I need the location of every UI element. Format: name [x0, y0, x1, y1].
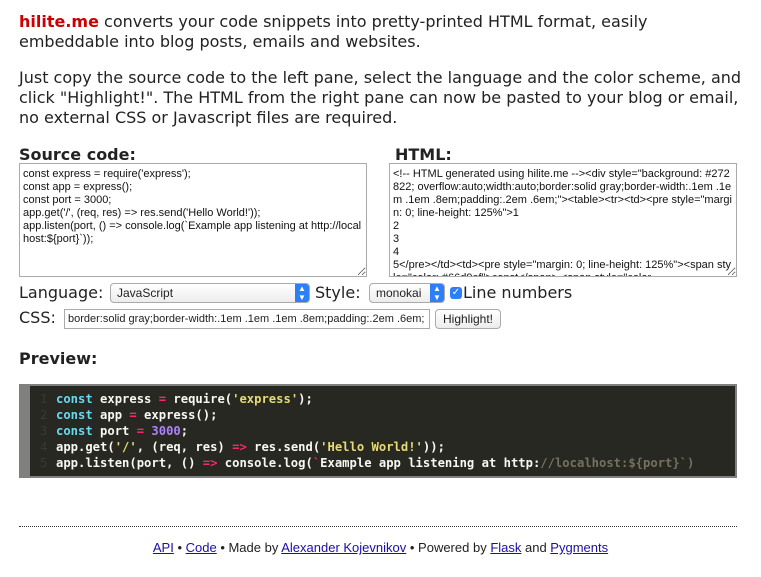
- line-number: 1: [40, 392, 48, 406]
- source-code-label: Source code:: [19, 145, 136, 164]
- code-line: 5 app.listen(port, () => console.log(`Exa…: [30, 455, 735, 471]
- api-link[interactable]: API: [153, 540, 174, 555]
- style-select-value: monokai: [376, 286, 422, 300]
- code-line: 4 app.get('/', (req, res) => res.send('He…: [30, 439, 735, 455]
- css-label: CSS:: [19, 308, 56, 327]
- line-numbers-label[interactable]: Line numbers: [463, 283, 572, 303]
- highlight-button[interactable]: Highlight!: [435, 309, 501, 329]
- line-numbers-checkbox[interactable]: ✓: [450, 287, 462, 299]
- pygments-link[interactable]: Pygments: [550, 540, 608, 555]
- code-line: 1 const express = require('express');: [30, 391, 735, 407]
- chevron-updown-icon: ▲ ▼: [430, 284, 444, 302]
- intro-paragraph: hilite.me converts your code snippets in…: [19, 12, 739, 52]
- line-number: 2: [40, 408, 48, 422]
- language-label: Language:: [19, 283, 104, 302]
- source-code-textarea[interactable]: const express = require('express'); cons…: [19, 163, 367, 277]
- footer-made-by: • Made by: [216, 540, 282, 555]
- line-number: 5: [40, 456, 48, 470]
- language-select[interactable]: JavaScript ▲ ▼: [110, 283, 310, 303]
- preview-code-block: 1 const express = require('express'); 2 co…: [19, 384, 737, 478]
- footer-powered-by: • Powered by: [406, 540, 491, 555]
- footer: API • Code • Made by Alexander Kojevniko…: [0, 540, 761, 556]
- preview-label: Preview:: [19, 349, 98, 368]
- flask-link[interactable]: Flask: [490, 540, 521, 555]
- html-output-textarea[interactable]: <!-- HTML generated using hilite.me --><…: [389, 163, 737, 277]
- code-line: 2 const app = express();: [30, 407, 735, 423]
- line-number: 4: [40, 440, 48, 454]
- style-select[interactable]: monokai ▲ ▼: [369, 283, 445, 303]
- language-select-value: JavaScript: [117, 286, 174, 300]
- line-number: 3: [40, 424, 48, 438]
- author-link[interactable]: Alexander Kojevnikov: [281, 540, 406, 555]
- html-output-label: HTML:: [395, 145, 452, 164]
- chevron-updown-icon: ▲ ▼: [295, 284, 309, 302]
- code-link[interactable]: Code: [186, 540, 217, 555]
- intro-text: converts your code snippets into pretty-…: [19, 12, 648, 51]
- code-line: 3 const port = 3000;: [30, 423, 735, 439]
- style-label: Style:: [315, 283, 361, 302]
- footer-divider: [19, 526, 737, 527]
- css-input[interactable]: border:solid gray;border-width:.1em .1em…: [64, 309, 430, 329]
- footer-and: and: [521, 540, 551, 555]
- brand-name: hilite.me: [19, 12, 99, 31]
- check-icon: ✓: [451, 287, 461, 298]
- footer-separator: •: [173, 540, 186, 555]
- instructions-paragraph: Just copy the source code to the left pa…: [19, 68, 742, 127]
